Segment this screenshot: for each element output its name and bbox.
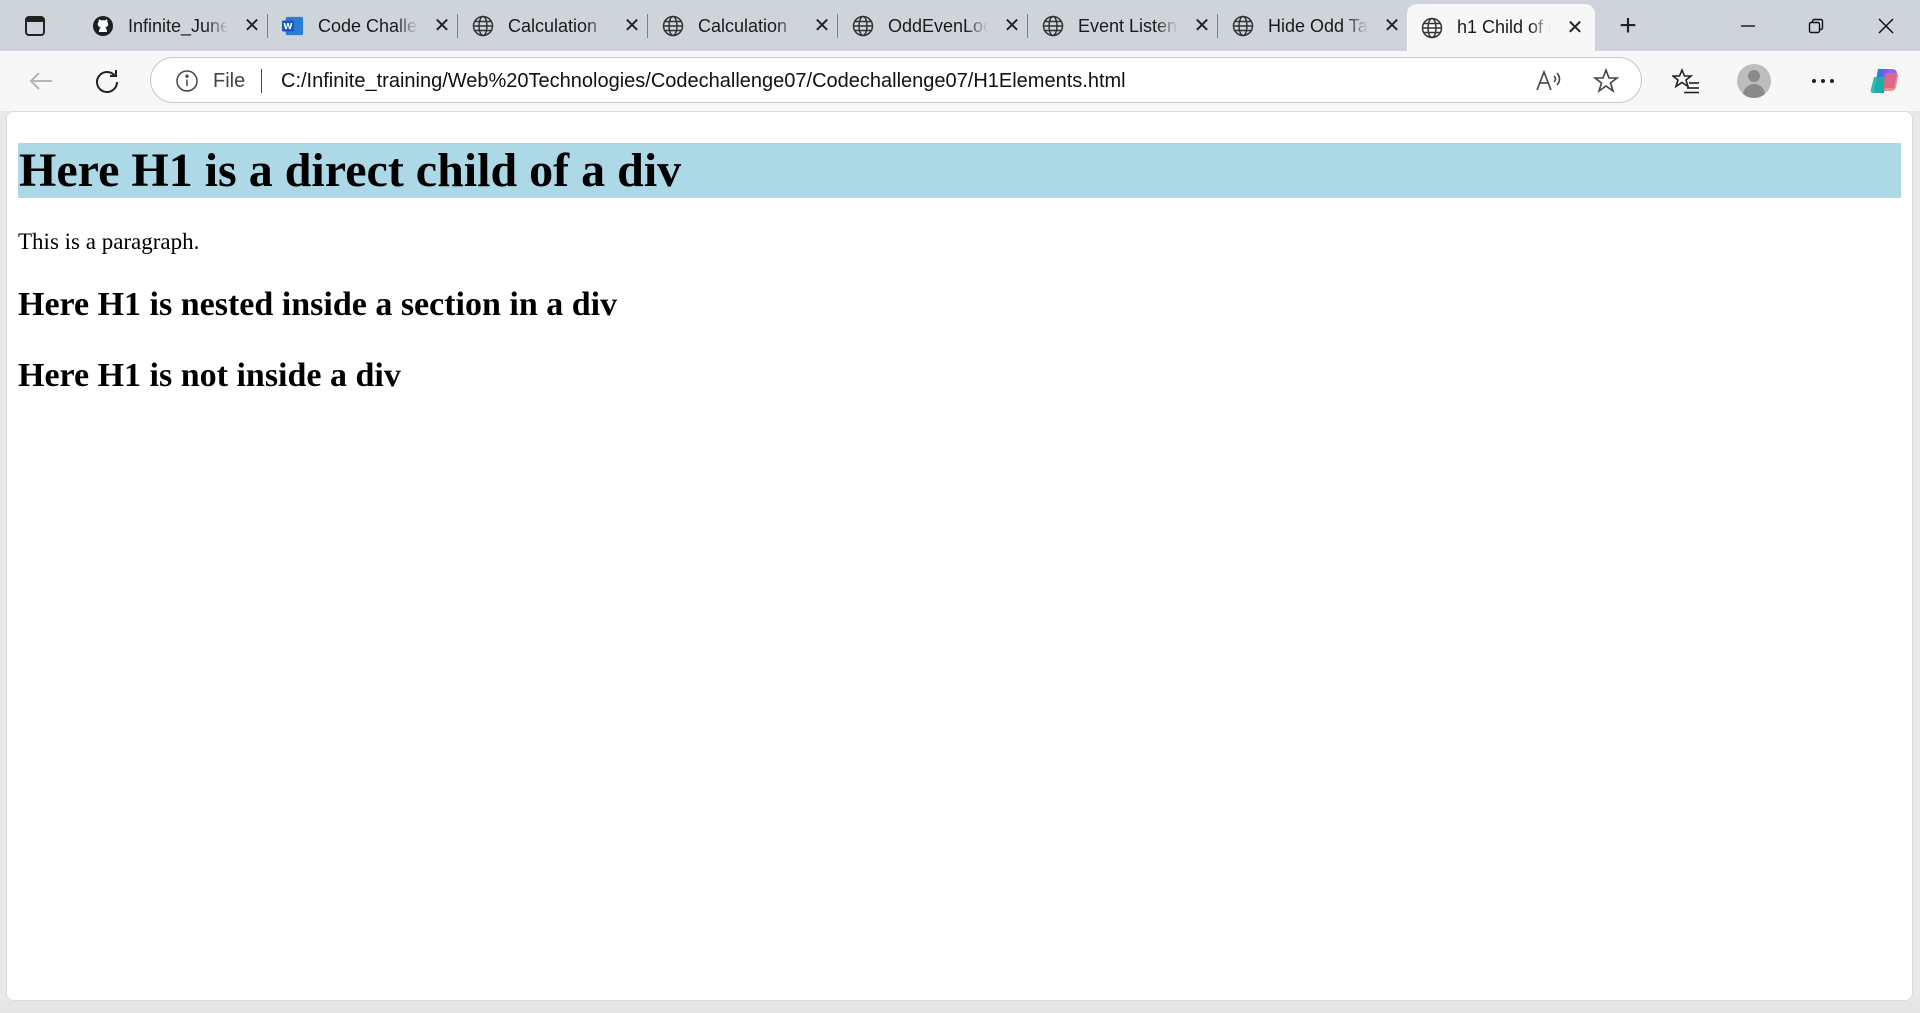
tab-strip: Infinite_June ✕ W Code Challenge ✕ Calcu…	[0, 0, 1920, 51]
tab-title: Calculation	[508, 15, 598, 36]
copilot-icon	[1870, 69, 1899, 93]
word-icon: W	[282, 15, 304, 37]
address-bar[interactable]: File C:/Infinite_training/Web%20Technolo…	[150, 57, 1642, 103]
url-scheme-label: File	[213, 70, 246, 92]
back-button[interactable]	[22, 63, 60, 99]
tab-event-listener[interactable]: Event Listener ✕	[1028, 6, 1212, 46]
tab-calculation-1[interactable]: Calculation ✕	[458, 6, 642, 46]
tab-title: Event Listener	[1078, 15, 1178, 36]
address-divider	[261, 69, 262, 93]
tab-close-button[interactable]: ✕	[812, 16, 832, 36]
globe-icon	[1421, 17, 1443, 39]
tab-title: Code Challenge	[318, 15, 418, 36]
avatar-head	[1748, 70, 1760, 82]
page-body: Here H1 is a direct child of a div This …	[7, 143, 1912, 396]
section-in-div: Here H1 is nested inside a section in a …	[18, 285, 1901, 325]
refresh-icon	[96, 70, 118, 93]
profile-avatar[interactable]	[1737, 64, 1771, 98]
tab-odd-even-loop[interactable]: OddEvenLoop ✕	[838, 6, 1022, 46]
tab-close-button[interactable]: ✕	[622, 16, 642, 36]
refresh-button[interactable]	[88, 63, 126, 99]
tab-hide-odd-table[interactable]: Hide Odd Table ✕	[1218, 6, 1402, 46]
tab-title: OddEvenLoop	[888, 15, 988, 36]
tab-code-challenge[interactable]: W Code Challenge ✕	[268, 6, 452, 46]
svg-text:W: W	[283, 21, 292, 31]
tab-close-button[interactable]: ✕	[1382, 16, 1402, 36]
favorites-button[interactable]	[1667, 63, 1705, 99]
globe-icon	[852, 15, 874, 37]
copilot-button[interactable]	[1866, 63, 1904, 99]
close-window-button[interactable]	[1852, 0, 1920, 51]
restore-icon	[1808, 18, 1824, 33]
settings-more-button[interactable]	[1804, 63, 1842, 99]
tab-close-button[interactable]: ✕	[432, 16, 452, 36]
tab-title: h1 Child of div	[1457, 17, 1551, 37]
tab-close-button[interactable]: ✕	[242, 16, 262, 36]
outer-div: Here H1 is a direct child of a div This …	[18, 143, 1901, 325]
globe-icon	[1232, 15, 1254, 37]
tab-close-button[interactable]: ✕	[1002, 16, 1022, 36]
heading-direct-child-of-div: Here H1 is a direct child of a div	[18, 143, 1901, 198]
favorite-star-icon[interactable]	[1593, 68, 1619, 94]
window-bottom-edge	[0, 1001, 1920, 1013]
close-icon	[1878, 17, 1894, 34]
heading-nested-in-section: Here H1 is nested inside a section in a …	[18, 286, 618, 323]
globe-icon	[1042, 15, 1064, 37]
tab-actions-menu-button[interactable]	[14, 10, 56, 42]
avatar-body	[1743, 84, 1765, 98]
globe-icon	[662, 15, 684, 37]
tab-title: Infinite_June	[128, 15, 228, 36]
tab-close-button[interactable]: ✕	[1565, 18, 1585, 38]
tab-calculation-2[interactable]: Calculation ✕	[648, 6, 832, 46]
site-info-icon[interactable]	[175, 69, 199, 93]
tab-close-button[interactable]: ✕	[1192, 16, 1212, 36]
restore-button[interactable]	[1782, 0, 1850, 51]
back-arrow-icon	[29, 72, 52, 90]
heading-not-in-div: Here H1 is not inside a div	[18, 357, 401, 394]
tab-h1-child-of-div[interactable]: h1 Child of div ✕	[1407, 4, 1595, 51]
read-aloud-icon[interactable]	[1535, 68, 1563, 94]
minimize-button[interactable]	[1714, 0, 1782, 51]
tab-infinite-june[interactable]: Infinite_June ✕	[78, 6, 262, 46]
new-tab-button[interactable]: +	[1610, 9, 1646, 42]
github-icon	[92, 15, 114, 37]
url-text[interactable]: C:/Infinite_training/Web%20Technologies/…	[281, 70, 1126, 93]
tab-title: Calculation	[698, 15, 788, 36]
page-viewport: Here H1 is a direct child of a div This …	[6, 111, 1913, 1001]
favorites-list-icon	[1672, 68, 1699, 94]
browser-toolbar: File C:/Infinite_training/Web%20Technolo…	[0, 51, 1920, 111]
tab-title: Hide Odd Table	[1268, 15, 1368, 36]
minimize-icon	[1741, 24, 1755, 27]
tab-actions-icon	[25, 16, 45, 36]
paragraph: This is a paragraph.	[18, 229, 200, 254]
globe-icon	[472, 15, 494, 37]
more-dots-icon	[1812, 79, 1834, 83]
